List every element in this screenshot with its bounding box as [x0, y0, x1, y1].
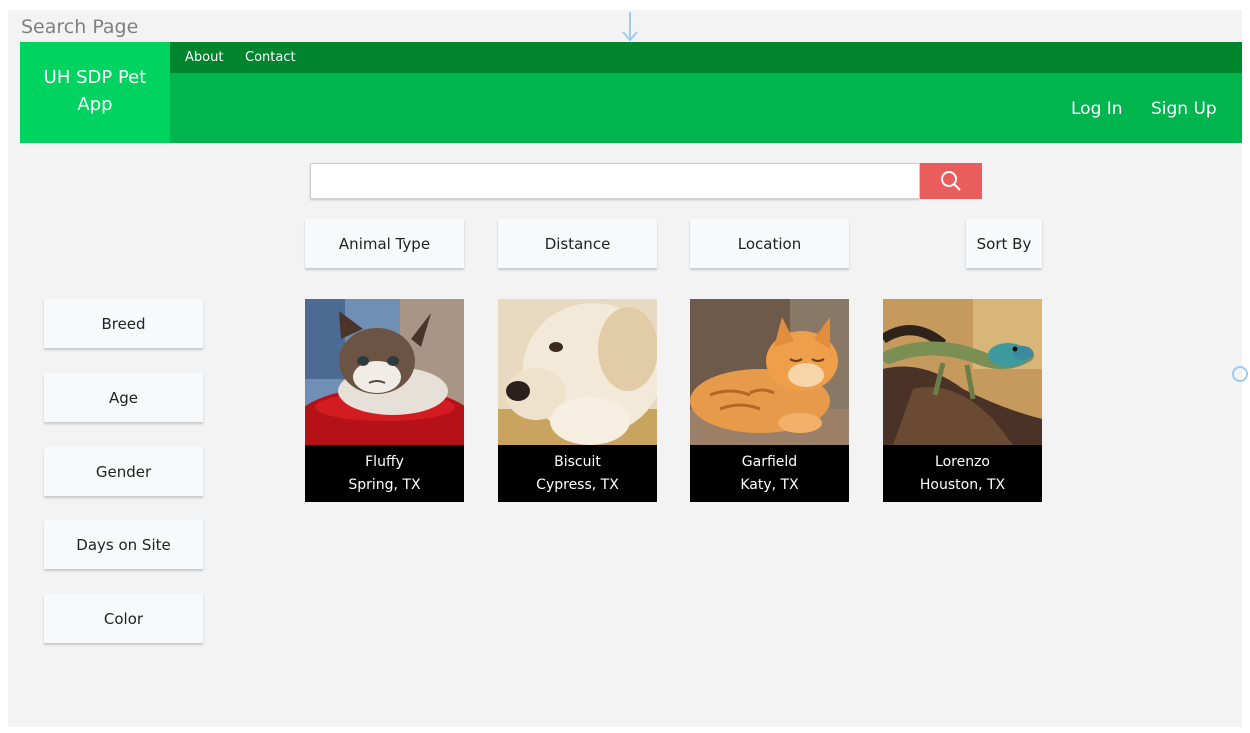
pet-location: Katy, TX — [740, 477, 799, 493]
pet-location: Spring, TX — [348, 477, 421, 493]
pet-card[interactable]: Fluffy Spring, TX — [305, 299, 464, 502]
nav-about-link[interactable]: About — [185, 50, 223, 65]
filter-distance-button[interactable]: Distance — [498, 219, 657, 268]
pet-caption: Lorenzo Houston, TX — [883, 445, 1042, 502]
pet-photo-puppy — [498, 299, 657, 445]
sort-by-button[interactable]: Sort By — [966, 219, 1042, 268]
pet-name: Lorenzo — [935, 454, 990, 470]
pet-photo-tabby-cat — [690, 299, 849, 445]
pet-caption: Garfield Katy, TX — [690, 445, 849, 502]
pet-location: Houston, TX — [919, 477, 1006, 493]
pet-photo-cat — [305, 299, 464, 445]
login-link[interactable]: Log In — [1071, 99, 1123, 119]
brand-logo[interactable]: UH SDP Pet App — [20, 42, 170, 143]
filter-days-on-site-button[interactable]: Days on Site — [44, 520, 203, 569]
filter-age-button[interactable]: Age — [44, 373, 203, 422]
filter-color-button[interactable]: Color — [44, 594, 203, 643]
pet-location: Cypress, TX — [536, 477, 619, 493]
pet-caption: Fluffy Spring, TX — [305, 445, 464, 502]
search-icon — [941, 171, 961, 191]
pet-card[interactable]: Biscuit Cypress, TX — [498, 299, 657, 502]
filter-animal-type-button[interactable]: Animal Type — [305, 219, 464, 268]
arrow-down-icon — [622, 12, 638, 42]
brand-line-1: UH SDP Pet — [43, 67, 147, 88]
signup-link[interactable]: Sign Up — [1151, 99, 1217, 119]
top-nav-bar: About Contact — [170, 42, 1242, 73]
main-nav-bar: Log In Sign Up — [170, 73, 1242, 143]
artboard-label: Search Page — [21, 16, 139, 38]
pet-photo-lizard — [883, 299, 1042, 445]
pet-caption: Biscuit Cypress, TX — [498, 445, 657, 502]
circle-handle-icon[interactable] — [1231, 365, 1249, 383]
nav-contact-link[interactable]: Contact — [245, 50, 296, 65]
brand-line-2: App — [77, 94, 113, 115]
pet-card[interactable]: Garfield Katy, TX — [690, 299, 849, 502]
pet-name: Garfield — [741, 454, 798, 470]
pet-card[interactable]: Lorenzo Houston, TX — [883, 299, 1042, 502]
filter-gender-button[interactable]: Gender — [44, 447, 203, 496]
pet-name: Fluffy — [365, 454, 404, 470]
site-header: UH SDP Pet App About Contact Log In Sign… — [20, 42, 1242, 143]
search-button[interactable] — [920, 163, 982, 199]
artboard: Search Page UH SDP Pet App About Contact… — [8, 10, 1242, 727]
filter-breed-button[interactable]: Breed — [44, 299, 203, 348]
search-input[interactable] — [310, 163, 920, 199]
pet-name: Biscuit — [554, 454, 601, 470]
filter-location-button[interactable]: Location — [690, 219, 849, 268]
